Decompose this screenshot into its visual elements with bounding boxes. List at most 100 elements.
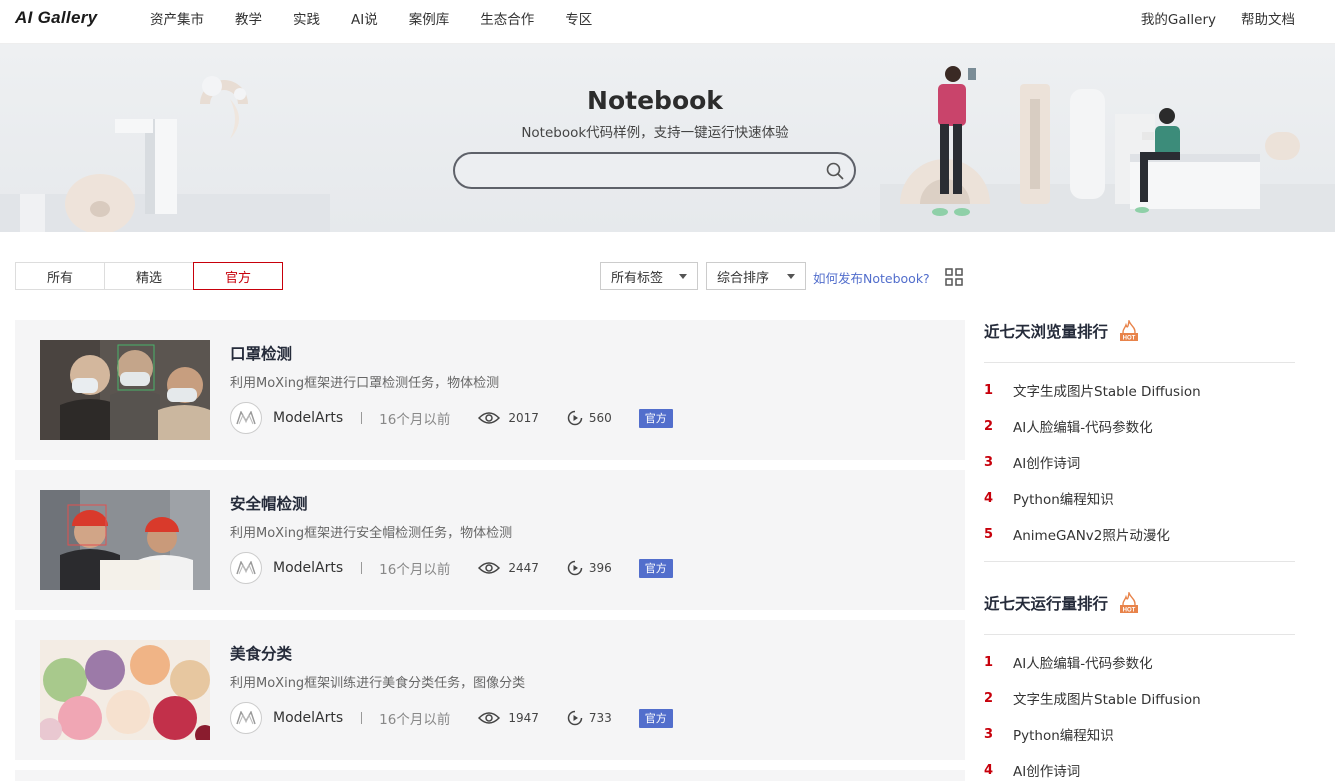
grid-view-icon[interactable] bbox=[945, 268, 963, 286]
nav-link-ai-talk[interactable]: AI说 bbox=[351, 8, 378, 28]
card-description: 利用MoXing框架进行安全帽检测任务，物体检测 bbox=[230, 526, 513, 541]
search-icon[interactable] bbox=[826, 162, 844, 180]
divider bbox=[984, 362, 1295, 363]
rank-number: 3 bbox=[984, 726, 994, 742]
official-badge: 官方 bbox=[638, 708, 673, 728]
avatar[interactable] bbox=[230, 552, 262, 584]
tab-official[interactable]: 官方 bbox=[193, 262, 283, 290]
ranking-item-label: Python编程知识 bbox=[1013, 492, 1114, 508]
modelarts-logo-icon bbox=[236, 561, 256, 575]
help-docs-link[interactable]: 帮助文档 bbox=[1241, 8, 1295, 28]
card-thumbnail[interactable] bbox=[40, 640, 210, 740]
card-thumbnail[interactable] bbox=[40, 340, 210, 440]
views-ranking-title: 近七天浏览量排行 HOT bbox=[984, 320, 1140, 342]
tag-dropdown-label: 所有标签 bbox=[611, 270, 664, 286]
time-ago: 16个月以前 bbox=[379, 562, 451, 578]
nav-right: 我的Gallery 帮助文档 bbox=[1116, 0, 1295, 36]
ranking-item-label: AnimeGANv2照片动漫化 bbox=[1013, 528, 1170, 544]
rank-number: 1 bbox=[984, 654, 994, 670]
ranking-item[interactable]: 3 AI创作诗词 bbox=[984, 452, 1081, 473]
top-nav: AI Gallery 资产集市 教学 实践 AI说 案例库 生态合作 专区 我的… bbox=[0, 0, 1335, 44]
ranking-item-label: 文字生成图片Stable Diffusion bbox=[1013, 692, 1201, 708]
run-icon bbox=[567, 560, 583, 576]
ranking-item[interactable]: 4 Python编程知识 bbox=[984, 488, 1114, 509]
card-meta: ModelArts 16个月以前 2017 560 官方 bbox=[230, 402, 673, 434]
card-title[interactable]: 口罩检测 bbox=[230, 342, 292, 364]
author-name[interactable]: ModelArts bbox=[273, 710, 343, 726]
divider bbox=[361, 562, 363, 574]
ranking-item[interactable]: 1 文字生成图片Stable Diffusion bbox=[984, 380, 1201, 401]
svg-text:HOT: HOT bbox=[1123, 608, 1136, 614]
ranking-item-label: Python编程知识 bbox=[1013, 728, 1114, 744]
tag-dropdown[interactable]: 所有标签 bbox=[600, 262, 698, 290]
logo[interactable]: AI Gallery bbox=[15, 8, 97, 28]
ranking-item-label: 文字生成图片Stable Diffusion bbox=[1013, 384, 1201, 400]
search-input[interactable] bbox=[469, 161, 809, 181]
notebook-card[interactable]: 口罩检测 利用MoXing框架进行口罩检测任务，物体检测 ModelArts 1… bbox=[15, 320, 965, 460]
avatar[interactable] bbox=[230, 402, 262, 434]
ranking-item[interactable]: 2 文字生成图片Stable Diffusion bbox=[984, 688, 1201, 709]
card-meta: ModelArts 16个月以前 2447 396 官方 bbox=[230, 552, 673, 584]
author-name[interactable]: ModelArts bbox=[273, 410, 343, 426]
nav-link-zone[interactable]: 专区 bbox=[565, 8, 592, 28]
notebook-card[interactable] bbox=[15, 770, 965, 781]
rank-number: 2 bbox=[984, 418, 994, 434]
nav-link-cases[interactable]: 案例库 bbox=[409, 8, 450, 28]
rank-number: 4 bbox=[984, 490, 994, 506]
sort-dropdown[interactable]: 综合排序 bbox=[706, 262, 806, 290]
view-count: 1947 bbox=[508, 711, 539, 725]
ranking-item[interactable]: 1 AI人脸编辑-代码参数化 bbox=[984, 652, 1153, 673]
ranking-item-label: AI人脸编辑-代码参数化 bbox=[1013, 420, 1153, 436]
rank-number: 5 bbox=[984, 526, 994, 542]
card-title[interactable]: 美食分类 bbox=[230, 642, 292, 664]
nav-link-teaching[interactable]: 教学 bbox=[235, 8, 262, 28]
banner-illustration-right bbox=[880, 66, 1335, 232]
divider bbox=[361, 412, 363, 424]
nav-link-practice[interactable]: 实践 bbox=[293, 8, 320, 28]
ranking-item[interactable]: 3 Python编程知识 bbox=[984, 724, 1114, 745]
tab-all[interactable]: 所有 bbox=[15, 262, 105, 290]
nav-link-ecosystem[interactable]: 生态合作 bbox=[480, 8, 534, 28]
divider bbox=[984, 634, 1295, 635]
run-icon bbox=[567, 710, 583, 726]
search-box bbox=[453, 152, 856, 189]
author-name[interactable]: ModelArts bbox=[273, 560, 343, 576]
card-description: 利用MoXing框架训练进行美食分类任务，图像分类 bbox=[230, 676, 526, 691]
runs-ranking-heading: 近七天运行量排行 bbox=[984, 595, 1109, 613]
official-badge: 官方 bbox=[638, 558, 673, 578]
chevron-down-icon bbox=[679, 274, 687, 279]
hero-banner: Notebook Notebook代码样例，支持一键运行快速体验 bbox=[0, 44, 1335, 232]
eye-icon bbox=[478, 562, 501, 574]
ranking-item-label: AI人脸编辑-代码参数化 bbox=[1013, 656, 1153, 672]
publish-notebook-link[interactable]: 如何发布Notebook? bbox=[813, 268, 930, 287]
hot-icon: HOT bbox=[1120, 320, 1139, 342]
nav-links: 资产集市 教学 实践 AI说 案例库 生态合作 专区 bbox=[150, 0, 623, 36]
run-icon bbox=[567, 410, 583, 426]
card-meta: ModelArts 16个月以前 1947 733 官方 bbox=[230, 702, 673, 734]
notebook-card[interactable]: 美食分类 利用MoXing框架训练进行美食分类任务，图像分类 ModelArts… bbox=[15, 620, 965, 760]
runs-ranking-title: 近七天运行量排行 HOT bbox=[984, 592, 1140, 614]
notebook-card[interactable]: 安全帽检测 利用MoXing框架进行安全帽检测任务，物体检测 ModelArts… bbox=[15, 470, 965, 610]
run-count: 733 bbox=[588, 711, 612, 725]
card-thumbnail[interactable] bbox=[40, 490, 210, 590]
card-description: 利用MoXing框架进行口罩检测任务，物体检测 bbox=[230, 376, 500, 391]
hot-icon: HOT bbox=[1120, 592, 1139, 614]
view-count: 2017 bbox=[508, 411, 539, 425]
ranking-item[interactable]: 2 AI人脸编辑-代码参数化 bbox=[984, 416, 1153, 437]
views-ranking-heading: 近七天浏览量排行 bbox=[984, 323, 1109, 341]
card-title[interactable]: 安全帽检测 bbox=[230, 492, 308, 514]
ranking-item[interactable]: 4 AI创作诗词 bbox=[984, 760, 1080, 781]
rank-number: 4 bbox=[984, 762, 994, 778]
view-count: 2447 bbox=[508, 561, 539, 575]
divider bbox=[361, 712, 363, 724]
run-count: 560 bbox=[588, 411, 612, 425]
chevron-down-icon bbox=[787, 274, 795, 279]
my-gallery-link[interactable]: 我的Gallery bbox=[1141, 8, 1216, 28]
avatar[interactable] bbox=[230, 702, 262, 734]
ranking-item-label: AI创作诗词 bbox=[1013, 456, 1081, 472]
ranking-item[interactable]: 5 AnimeGANv2照片动漫化 bbox=[984, 524, 1170, 545]
divider bbox=[984, 561, 1295, 562]
nav-link-assets[interactable]: 资产集市 bbox=[150, 8, 204, 28]
tab-featured[interactable]: 精选 bbox=[104, 262, 194, 290]
time-ago: 16个月以前 bbox=[379, 412, 451, 428]
